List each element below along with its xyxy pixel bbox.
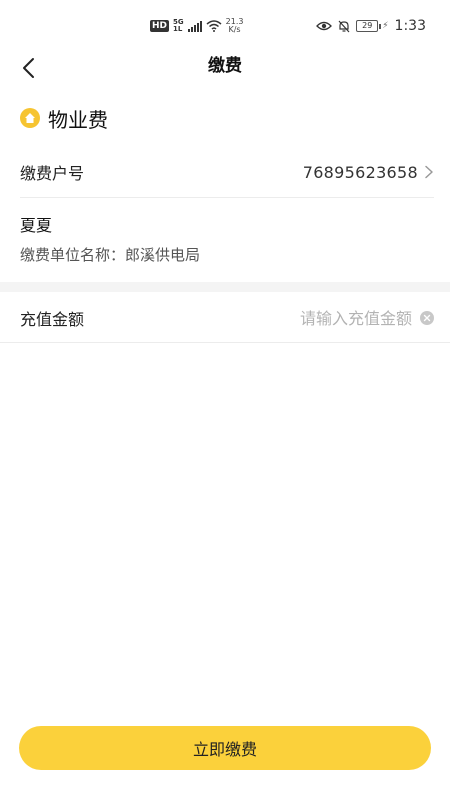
clear-input-button[interactable] [420,311,434,325]
pay-now-button[interactable]: 立即缴费 [19,726,431,770]
recharge-amount-input-group [212,308,434,328]
charging-icon: ⚡ [382,21,389,31]
status-bar: HD 5G 1L 21.3 K/s 29 ⚡ 1:33 [0,0,450,50]
wifi-icon [206,20,222,32]
page-title: 缴费 [208,56,242,76]
category-header: 物业费 [20,100,108,136]
hd-badge: HD [150,20,170,32]
nav-bar: 缴费 [0,46,450,90]
network-speed: 21.3 K/s [226,18,244,34]
signal-icon [187,20,202,32]
back-button[interactable] [14,54,42,82]
battery-level: 29 [356,20,379,32]
payee-unit: 缴费单位名称： 郎溪供电局 [20,244,200,265]
category-title: 物业费 [48,107,108,132]
status-bar-left: HD 5G 1L 21.3 K/s [150,16,243,36]
payee-unit-value: 郎溪供电局 [125,246,201,264]
divider [20,197,434,198]
battery-icon: 29 ⚡ [356,20,389,32]
account-number-label: 缴费户号 [20,164,85,183]
recharge-amount-row: 充值金额 [20,296,434,340]
close-icon [423,314,431,322]
payee-unit-label: 缴费单位名称： [20,246,126,264]
divider [0,342,450,343]
eye-icon [316,21,333,31]
network-sub-label: 1L [173,25,183,33]
home-icon [20,108,40,128]
payee-name: 夏夏 [20,216,53,235]
status-bar-right: 29 ⚡ 1:33 [316,17,426,35]
chevron-right-icon [425,165,433,179]
speed-unit: K/s [228,25,241,34]
account-number-value-group: 76895623658 [303,163,434,182]
account-number-row[interactable]: 缴费户号 76895623658 [20,150,434,194]
section-separator [0,282,450,292]
bell-muted-icon [338,20,350,32]
account-number-value: 76895623658 [302,162,418,182]
recharge-amount-label: 充值金额 [20,310,85,329]
recharge-amount-input[interactable] [212,308,412,328]
network-type: 5G 1L [173,19,184,33]
status-time: 1:33 [394,18,426,34]
chevron-left-icon [23,58,34,78]
